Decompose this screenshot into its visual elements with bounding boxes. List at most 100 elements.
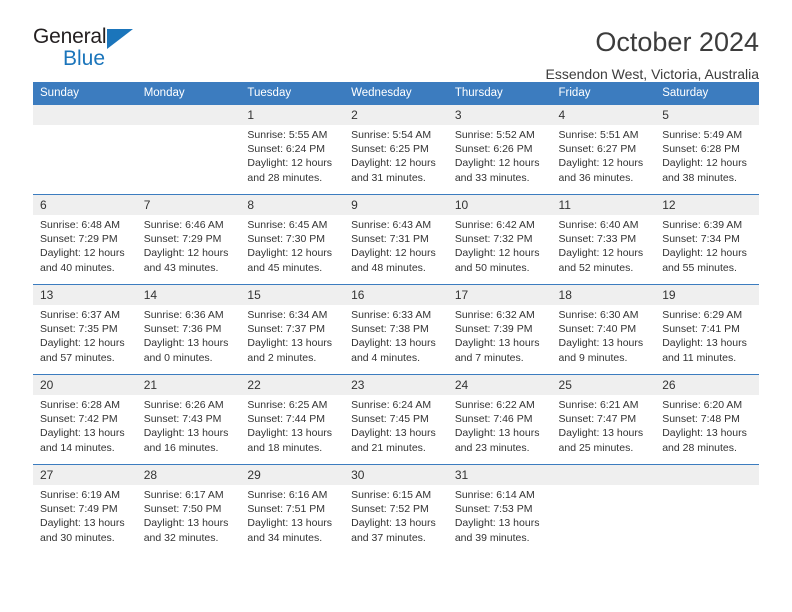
sunrise-text: Sunrise: 6:40 AM: [558, 219, 639, 231]
daylight-text-cont: and 40 minutes.: [40, 261, 115, 274]
day-cell-14[interactable]: 14 Sunrise: 6:36 AM Sunset: 7:36 PM Dayligh…: [136, 284, 241, 375]
day-cell-16[interactable]: 16 Sunrise: 6:33 AM Sunset: 7:38 PM Dayligh…: [344, 284, 448, 375]
daylight-text-cont: and 34 minutes.: [247, 531, 323, 544]
day-number: 18: [551, 285, 656, 305]
sunset-text: Sunset: 7:34 PM: [662, 233, 740, 246]
day-cell-28[interactable]: 28 Sunrise: 6:17 AM Sunset: 7:50 PM Dayligh…: [136, 464, 241, 555]
sunrise-text: Sunrise: 6:37 AM: [40, 309, 120, 321]
sunset-text: Sunset: 6:28 PM: [662, 143, 740, 156]
day-cell-23[interactable]: 23 Sunrise: 6:24 AM Sunset: 7:45 PM Dayligh…: [344, 374, 448, 465]
day-number: 29: [240, 465, 345, 485]
daylight-text: Daylight: 13 hours: [247, 337, 333, 350]
day-cell-inner: 12 Sunrise: 6:39 AM Sunset: 7:34 PM Dayligh…: [655, 195, 759, 284]
day-cell-10[interactable]: 10 Sunrise: 6:42 AM Sunset: 7:32 PM Dayligh…: [447, 194, 552, 285]
day-details: [552, 485, 656, 488]
day-cell-inner: 6 Sunrise: 6:48 AM Sunset: 7:29 PM Daylight…: [33, 195, 137, 284]
day-cell-29[interactable]: 29 Sunrise: 6:16 AM Sunset: 7:51 PM Dayligh…: [240, 464, 345, 555]
sunset-text: Sunset: 7:41 PM: [662, 323, 740, 336]
day-number: 1: [240, 105, 345, 125]
day-details: Sunrise: 6:32 AM Sunset: 7:39 PM Daylight:…: [448, 305, 552, 365]
day-cell-inner: 16 Sunrise: 6:33 AM Sunset: 7:38 PM Dayligh…: [344, 285, 448, 374]
day-number: [33, 105, 137, 125]
day-details: [33, 125, 137, 128]
sunset-text: Sunset: 7:43 PM: [143, 413, 222, 426]
sunset-text: Sunset: 7:35 PM: [40, 323, 118, 336]
day-number: 6: [33, 195, 137, 215]
day-number: 24: [447, 375, 552, 395]
day-cell-18[interactable]: 18 Sunrise: 6:30 AM Sunset: 7:40 PM Dayligh…: [551, 284, 656, 375]
daylight-text-cont: and 16 minutes.: [143, 441, 219, 454]
day-cell-3[interactable]: 3 Sunrise: 5:52 AM Sunset: 6:26 PM Daylight…: [447, 104, 552, 195]
day-cell-inner: 17 Sunrise: 6:32 AM Sunset: 7:39 PM Dayligh…: [447, 285, 552, 374]
weekday-header-friday: Friday: [551, 82, 656, 105]
day-cell-21[interactable]: 21 Sunrise: 6:26 AM Sunset: 7:43 PM Dayligh…: [136, 374, 241, 465]
daylight-text-cont: and 11 minutes.: [662, 351, 737, 364]
day-details: Sunrise: 6:19 AM Sunset: 7:49 PM Daylight:…: [33, 485, 137, 545]
daylight-text: Daylight: 13 hours: [454, 427, 540, 440]
day-cell-1[interactable]: 1 Sunrise: 5:55 AM Sunset: 6:24 PM Daylight…: [240, 104, 345, 195]
day-cell-24[interactable]: 24 Sunrise: 6:22 AM Sunset: 7:46 PM Dayligh…: [447, 374, 552, 465]
sunset-text: Sunset: 7:50 PM: [143, 503, 222, 516]
day-cell-17[interactable]: 17 Sunrise: 6:32 AM Sunset: 7:39 PM Dayligh…: [447, 284, 552, 375]
day-cell-inner: 23 Sunrise: 6:24 AM Sunset: 7:45 PM Dayligh…: [344, 375, 448, 464]
day-cell-13[interactable]: 13 Sunrise: 6:37 AM Sunset: 7:35 PM Dayligh…: [33, 284, 137, 375]
logo-triangle-icon: [107, 29, 133, 49]
day-cell-inner: 24 Sunrise: 6:22 AM Sunset: 7:46 PM Dayligh…: [447, 375, 552, 464]
day-cell-15[interactable]: 15 Sunrise: 6:34 AM Sunset: 7:37 PM Dayligh…: [240, 284, 345, 375]
day-details: Sunrise: 6:33 AM Sunset: 7:38 PM Daylight:…: [344, 305, 448, 365]
day-cell-4[interactable]: 4 Sunrise: 5:51 AM Sunset: 6:27 PM Daylight…: [551, 104, 656, 195]
day-cell-8[interactable]: 8 Sunrise: 6:45 AM Sunset: 7:30 PM Daylight…: [240, 194, 345, 285]
calendar-week-row: 20 Sunrise: 6:28 AM Sunset: 7:42 PM Dayligh…: [33, 374, 759, 465]
day-cell-inner: 25 Sunrise: 6:21 AM Sunset: 7:47 PM Dayligh…: [551, 375, 656, 464]
day-cell-7[interactable]: 7 Sunrise: 6:46 AM Sunset: 7:29 PM Daylight…: [136, 194, 241, 285]
daylight-text: Daylight: 12 hours: [351, 247, 436, 260]
sunset-text: Sunset: 7:47 PM: [558, 413, 637, 426]
daylight-text-cont: and 28 minutes.: [662, 441, 737, 454]
day-cell-22[interactable]: 22 Sunrise: 6:25 AM Sunset: 7:44 PM Dayligh…: [240, 374, 345, 465]
day-cell-5[interactable]: 5 Sunrise: 5:49 AM Sunset: 6:28 PM Daylight…: [655, 104, 759, 195]
day-cell-9[interactable]: 9 Sunrise: 6:43 AM Sunset: 7:31 PM Daylight…: [344, 194, 448, 285]
day-details: Sunrise: 6:34 AM Sunset: 7:37 PM Daylight:…: [240, 305, 344, 365]
daylight-text-cont: and 36 minutes.: [558, 171, 634, 184]
daylight-text: Daylight: 12 hours: [662, 157, 747, 170]
day-number: 9: [344, 195, 448, 215]
sunset-text: Sunset: 7:45 PM: [351, 413, 429, 426]
day-details: Sunrise: 6:15 AM Sunset: 7:52 PM Daylight:…: [344, 485, 448, 545]
sunrise-text: Sunrise: 6:21 AM: [558, 399, 639, 411]
day-cell-26[interactable]: 26 Sunrise: 6:20 AM Sunset: 7:48 PM Dayligh…: [655, 374, 759, 465]
day-cell-30[interactable]: 30 Sunrise: 6:15 AM Sunset: 7:52 PM Dayligh…: [344, 464, 448, 555]
sunset-text: Sunset: 7:29 PM: [143, 233, 222, 246]
day-details: [137, 125, 241, 128]
sunset-text: Sunset: 6:27 PM: [558, 143, 637, 156]
day-cell-2[interactable]: 2 Sunrise: 5:54 AM Sunset: 6:25 PM Daylight…: [344, 104, 448, 195]
day-cell-19[interactable]: 19 Sunrise: 6:29 AM Sunset: 7:41 PM Dayligh…: [655, 284, 759, 375]
day-cell-27[interactable]: 27 Sunrise: 6:19 AM Sunset: 7:49 PM Dayligh…: [33, 464, 137, 555]
day-cell-11[interactable]: 11 Sunrise: 6:40 AM Sunset: 7:33 PM Dayligh…: [551, 194, 656, 285]
day-number: 22: [240, 375, 345, 395]
sunrise-text: Sunrise: 6:22 AM: [454, 399, 535, 411]
day-cell-inner: 22 Sunrise: 6:25 AM Sunset: 7:44 PM Dayligh…: [240, 375, 345, 464]
day-cell-25[interactable]: 25 Sunrise: 6:21 AM Sunset: 7:47 PM Dayligh…: [551, 374, 656, 465]
sunset-text: Sunset: 7:32 PM: [454, 233, 533, 246]
daylight-text: Daylight: 12 hours: [558, 157, 644, 170]
sunrise-text: Sunrise: 6:30 AM: [558, 309, 639, 321]
daylight-text-cont: and 55 minutes.: [662, 261, 737, 274]
daylight-text: Daylight: 13 hours: [454, 337, 540, 350]
daylight-text-cont: and 4 minutes.: [351, 351, 420, 364]
sunset-text: Sunset: 7:51 PM: [247, 503, 326, 516]
day-cell-12[interactable]: 12 Sunrise: 6:39 AM Sunset: 7:34 PM Dayligh…: [655, 194, 759, 285]
sunrise-text: Sunrise: 6:34 AM: [247, 309, 328, 321]
day-cell-inner: 14 Sunrise: 6:36 AM Sunset: 7:36 PM Dayligh…: [136, 285, 241, 374]
daylight-text: Daylight: 12 hours: [247, 247, 333, 260]
weekday-header-sunday: Sunday: [33, 82, 137, 105]
daylight-text-cont: and 31 minutes.: [351, 171, 426, 184]
daylight-text-cont: and 32 minutes.: [143, 531, 219, 544]
sunrise-text: Sunrise: 6:48 AM: [40, 219, 120, 231]
day-cell-20[interactable]: 20 Sunrise: 6:28 AM Sunset: 7:42 PM Dayligh…: [33, 374, 137, 465]
day-cell-inner: 27 Sunrise: 6:19 AM Sunset: 7:49 PM Dayligh…: [33, 465, 137, 555]
day-cell-6[interactable]: 6 Sunrise: 6:48 AM Sunset: 7:29 PM Daylight…: [33, 194, 137, 285]
day-cell-31[interactable]: 31 Sunrise: 6:14 AM Sunset: 7:53 PM Dayligh…: [447, 464, 552, 555]
daylight-text: Daylight: 12 hours: [454, 247, 540, 260]
daylight-text-cont: and 45 minutes.: [247, 261, 323, 274]
weekday-header-row: Sunday Monday Tuesday Wednesday Thursday Frid…: [33, 82, 759, 105]
